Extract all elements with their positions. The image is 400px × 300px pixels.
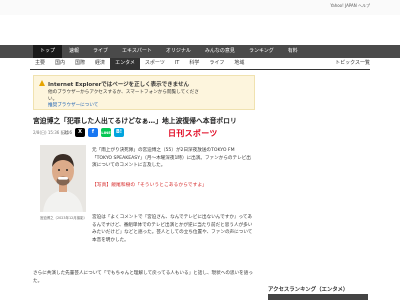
x-share-icon[interactable]: X <box>75 128 85 137</box>
category-tab-7[interactable]: 科学 <box>184 58 204 69</box>
nav-item-5[interactable]: みんなの意見 <box>198 45 242 58</box>
category-tab-3[interactable]: 経済 <box>90 58 110 69</box>
nav-item-7[interactable]: 有料 <box>281 45 305 58</box>
nav-item-2[interactable]: ライブ <box>86 45 115 58</box>
site-header <box>0 15 400 45</box>
category-tab-1[interactable]: 国内 <box>50 58 70 69</box>
category-tab-2[interactable]: 国際 <box>70 58 90 69</box>
line-share-icon[interactable]: LINE <box>101 128 111 137</box>
category-tab-5[interactable]: スポーツ <box>140 58 170 69</box>
nav-item-1[interactable]: 速報 <box>62 45 86 58</box>
nav-item-3[interactable]: エキスパート <box>115 45 159 58</box>
article-paragraph-3: さらに共演した先輩芸人について「でもちゃんと理解して戻ってる人もいる」と話し、現… <box>33 271 253 284</box>
sidebar-ad-area <box>268 76 368 281</box>
nav-item-4[interactable]: オリジナル <box>159 45 198 58</box>
alert-body-line-1: 他のブラウザーからアクセスするか、スマートフォンから閲覧してくださ <box>48 90 199 95</box>
publisher-logo[interactable]: 日刊スポーツ <box>168 128 218 139</box>
category-tab-6[interactable]: IT <box>170 58 185 69</box>
warning-icon <box>39 80 45 86</box>
topics-list-link[interactable]: トピックス一覧 <box>335 58 370 69</box>
article-title: 宮迫博之「犯罪した人出てるけどなぁ…」地上波復帰へ本音ポロリ <box>33 117 237 125</box>
category-tab-8[interactable]: ライフ <box>204 58 229 69</box>
category-tab-9[interactable]: 地域 <box>229 58 249 69</box>
top-bar: Yahoo! JAPAN ヘルプ <box>0 0 400 15</box>
access-ranking-title: アクセスランキング（エンタメ） <box>268 287 349 293</box>
category-tab-4[interactable]: エンタメ <box>110 58 140 69</box>
main-nav: トップ 速報 ライブ エキスパート オリジナル みんなの意見 ランキング 有料 <box>0 45 400 58</box>
article-photo[interactable] <box>40 145 86 212</box>
article-paragraph-2: 宮迫は「よくコメントで『宮迫さん、なんでテレビに出ないんですか』ってあるんですけ… <box>92 215 253 243</box>
top-links[interactable]: Yahoo! JAPAN ヘルプ <box>330 3 370 9</box>
hatena-share-icon[interactable]: B! <box>114 128 124 137</box>
article-paragraph-1: 元「雨上がり決死隊」の宮迫博之（55）が2日深夜放送のTOKYO FM「TOKY… <box>92 148 251 169</box>
alert-title: Internet Explorerではページを正しく表示できません <box>48 82 190 88</box>
browser-alert: Internet Explorerではページを正しく表示できません 他のブラウザ… <box>33 75 255 110</box>
recommended-browser-link[interactable]: 推奨ブラウザーについて <box>48 102 98 108</box>
nav-item-0[interactable]: トップ <box>33 45 63 58</box>
facebook-share-icon[interactable]: f <box>88 128 98 137</box>
category-nav: 主要 国内 国際 経済 エンタメ スポーツ IT 科学 ライフ 地域 トピックス一覧 <box>30 58 370 69</box>
category-nav-underline <box>30 69 370 70</box>
comment-count[interactable]: 216 <box>64 130 72 135</box>
category-tab-0[interactable]: 主要 <box>30 58 50 69</box>
related-photo-link[interactable]: 【写真】飯尾和樹の「そういうとこあるからですよ」 <box>92 181 207 188</box>
share-bar: 216 X f LINE B! <box>64 128 124 137</box>
photo-caption: 宮迫博之（2023年12月撮影） <box>40 216 87 220</box>
alert-body: 他のブラウザーからアクセスするか、スマートフォンから閲覧してくださ い。 <box>48 89 199 103</box>
nav-item-6[interactable]: ランキング <box>242 45 281 58</box>
ranking-tab-bar[interactable] <box>268 294 368 300</box>
